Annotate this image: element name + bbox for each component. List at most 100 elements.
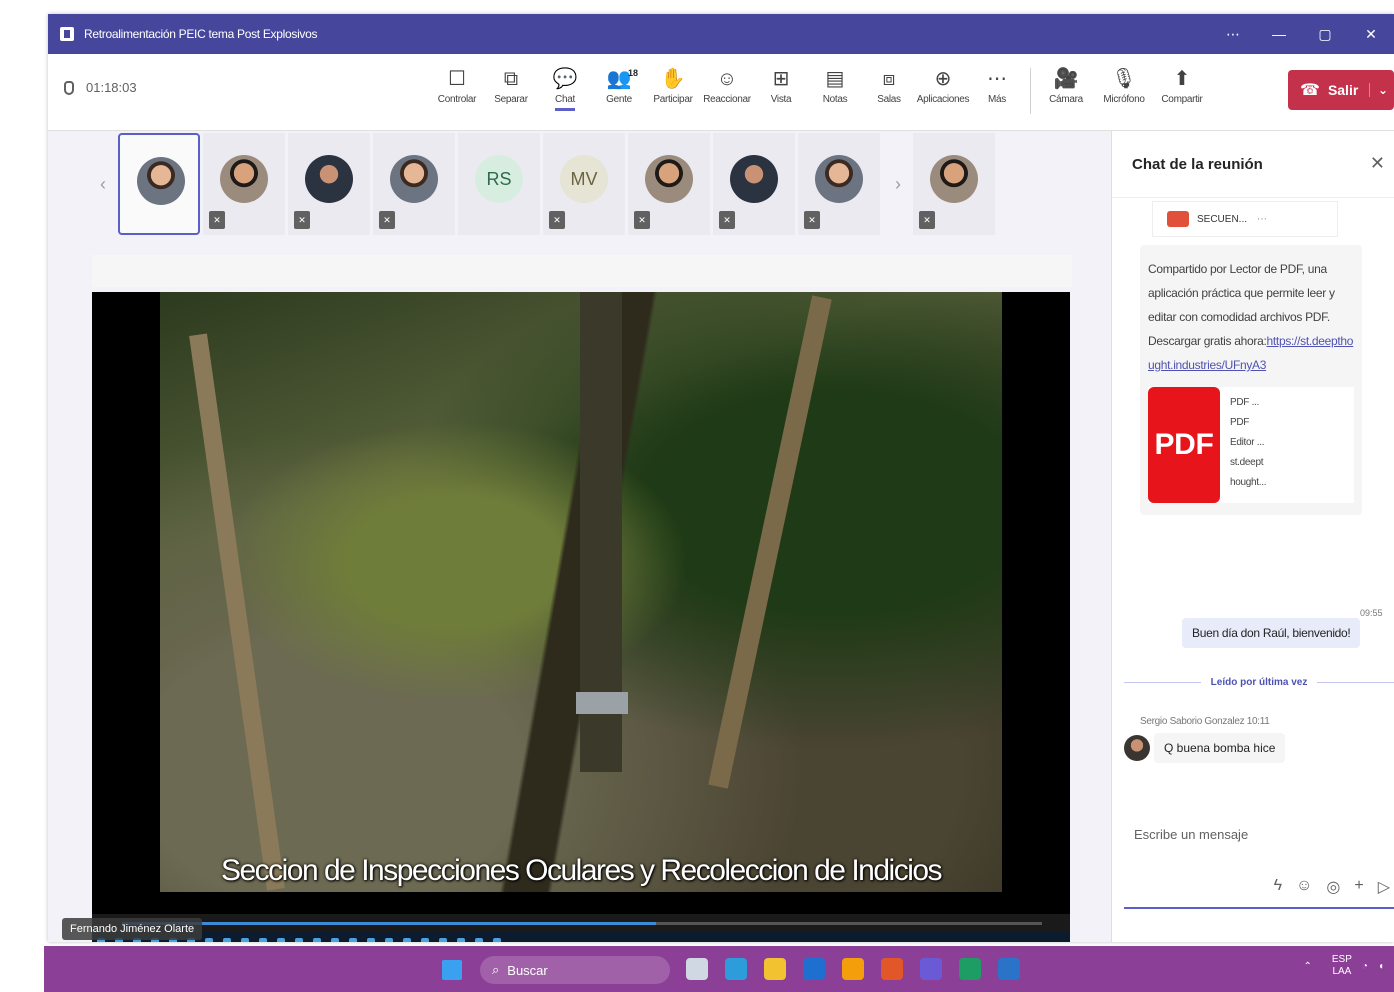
media-mic-off-button[interactable]: 🎙 Micrófono <box>1095 64 1153 120</box>
more-options-button[interactable]: ⋯ <box>1210 14 1256 54</box>
avatar <box>930 155 978 203</box>
close-window-button[interactable]: ✕ <box>1348 14 1394 54</box>
taskbar-app-icon[interactable] <box>764 958 786 980</box>
format-icon[interactable]: ϟ <box>1274 877 1282 897</box>
toolbar-apps-button[interactable]: ⊕ Aplicaciones <box>916 64 970 120</box>
message-sender: Sergio Saborio Gonzalez 10:11 <box>1140 716 1270 727</box>
video-subtitle: Seccion de Inspecciones Oculares y Recol… <box>220 854 943 887</box>
taskbar-app-icon[interactable] <box>803 958 825 980</box>
toolbar-control-button[interactable]: ☐ Controlar <box>430 64 484 120</box>
media-camera-off-button[interactable]: 🎥 Cámara <box>1037 64 1095 120</box>
avatar <box>645 155 693 203</box>
strip-prev-icon[interactable]: ‹ <box>88 174 118 195</box>
media-label: Cámara <box>1049 94 1083 105</box>
popout-icon: ⧉ <box>503 68 519 90</box>
toolbar-popout-button[interactable]: ⧉ Separar <box>484 64 538 120</box>
toolbar-chat-button[interactable]: 💬 Chat <box>538 64 592 120</box>
language-indicator[interactable]: ESP LAA <box>1322 954 1352 978</box>
media-label: Compartir <box>1161 94 1203 105</box>
minimize-button[interactable]: — <box>1256 14 1302 54</box>
emoji-icon[interactable]: ☺ <box>1296 877 1312 897</box>
app-icon <box>223 938 231 942</box>
file-card[interactable]: SECUEN... ⋯ <box>1152 201 1338 237</box>
wifi-icon[interactable]: ◔ <box>1362 961 1368 972</box>
windows-start-icon[interactable] <box>442 960 462 980</box>
volume-icon[interactable]: ◖ <box>1378 961 1384 972</box>
app-icon <box>295 938 303 942</box>
strip-next-icon[interactable]: › <box>883 174 913 195</box>
incoming-message-text: Q buena bomba hice <box>1154 733 1286 763</box>
participant-tile[interactable]: ✕ <box>628 133 710 235</box>
mic-muted-icon: ✕ <box>804 211 820 229</box>
tape-band <box>576 692 628 714</box>
participant-tile[interactable]: ✕ <box>798 133 880 235</box>
taskbar-app-icon[interactable] <box>920 958 942 980</box>
toolbar-rooms-button[interactable]: ⧈ Salas <box>862 64 916 120</box>
app-icon <box>439 938 447 942</box>
participant-tile[interactable]: ✕ <box>203 133 285 235</box>
app-icon <box>259 938 267 942</box>
leave-button[interactable]: ☎ Salir ⌄ <box>1288 70 1394 110</box>
phone-hangup-icon: ☎ <box>1300 82 1320 99</box>
toolbar-view-button[interactable]: ⊞ Vista <box>754 64 808 120</box>
app-icon <box>277 938 285 942</box>
taskbar-app-icon[interactable] <box>881 958 903 980</box>
shared-message: Compartido por Lector de PDF, una aplica… <box>1140 245 1362 515</box>
toolbar-label: Controlar <box>437 94 477 105</box>
participant-tile[interactable]: ✕ <box>373 133 455 235</box>
toolbar-divider <box>1030 68 1031 114</box>
avatar: RS <box>475 155 523 203</box>
apps-icon: ⊕ <box>934 68 952 90</box>
add-icon[interactable]: + <box>1354 877 1363 897</box>
teams-icon <box>60 27 74 41</box>
send-icon[interactable]: ▷ <box>1378 877 1390 897</box>
taskbar-app-icon[interactable] <box>998 958 1020 980</box>
taskbar-app-icon[interactable] <box>959 958 981 980</box>
lang-line: LAA <box>1332 966 1352 977</box>
avatar <box>137 157 185 205</box>
taskbar-app-icon[interactable] <box>686 958 708 980</box>
media-share-button[interactable]: ⬆ Compartir <box>1153 64 1211 120</box>
toolbar-label: Salas <box>877 94 901 105</box>
toolbar-raise-hand-button[interactable]: ✋ Participar <box>646 64 700 120</box>
sticker-icon[interactable]: ◎ <box>1326 877 1340 897</box>
meeting-chat-panel: Chat de la reunión ✕ SECUEN... ⋯ Compart… <box>1111 131 1394 942</box>
taskbar-app-icon[interactable] <box>842 958 864 980</box>
control-icon: ☐ <box>448 68 466 90</box>
app-icon <box>367 938 375 942</box>
chevron-up-icon[interactable]: ⌃ <box>1304 961 1312 972</box>
mic-muted-icon: ✕ <box>209 211 225 229</box>
close-chat-icon[interactable]: ✕ <box>1370 153 1385 174</box>
toolbar-label: Reaccionar <box>703 94 751 105</box>
toolbar-label: Chat <box>555 94 575 111</box>
toolbar-notes-button[interactable]: ▤ Notas <box>808 64 862 120</box>
search-placeholder: Buscar <box>507 962 548 978</box>
chat-title: Chat de la reunión <box>1132 155 1263 173</box>
toolbar-people-button[interactable]: 👥 18 Gente <box>592 64 646 120</box>
more-icon: ⋯ <box>987 68 1007 90</box>
participant-tile[interactable] <box>118 133 200 235</box>
pdf-link-preview[interactable]: PDF PDF ... PDF Editor ... st.deept houg… <box>1148 387 1354 503</box>
more-icon[interactable]: ⋯ <box>1257 214 1267 225</box>
toolbar-more-button[interactable]: ⋯ Más <box>970 64 1024 120</box>
maximize-button[interactable]: ▢ <box>1302 14 1348 54</box>
pdf-icon: PDF <box>1148 387 1220 503</box>
chevron-down-icon[interactable]: ⌄ <box>1368 83 1388 97</box>
avatar <box>390 155 438 203</box>
pdf-meta-line: hought... <box>1230 477 1267 488</box>
pdf-meta-line: Editor ... <box>1230 437 1265 448</box>
participant-tile[interactable]: MV ✕ <box>543 133 625 235</box>
compose-box[interactable]: Escribe un mensaje ϟ ☺ ◎ + ▷ <box>1124 811 1394 909</box>
participant-tile[interactable]: ✕ <box>713 133 795 235</box>
message-input[interactable]: Escribe un mensaje <box>1134 827 1248 842</box>
toolbar-react-button[interactable]: ☺ Reaccionar <box>700 64 754 120</box>
taskbar-app-icon[interactable] <box>725 958 747 980</box>
window-title: Retroalimentación PEIC tema Post Explosi… <box>84 27 318 41</box>
incoming-message: Q buena bomba hice <box>1124 733 1286 763</box>
participant-tile[interactable]: ✕ <box>288 133 370 235</box>
participant-tile[interactable]: RS <box>458 133 540 235</box>
mic-muted-icon: ✕ <box>719 211 735 229</box>
taskbar-search[interactable]: ⌕ Buscar <box>480 956 670 984</box>
participant-tile[interactable]: ✕ <box>913 133 995 235</box>
message-time: 09:55 <box>1360 608 1383 618</box>
